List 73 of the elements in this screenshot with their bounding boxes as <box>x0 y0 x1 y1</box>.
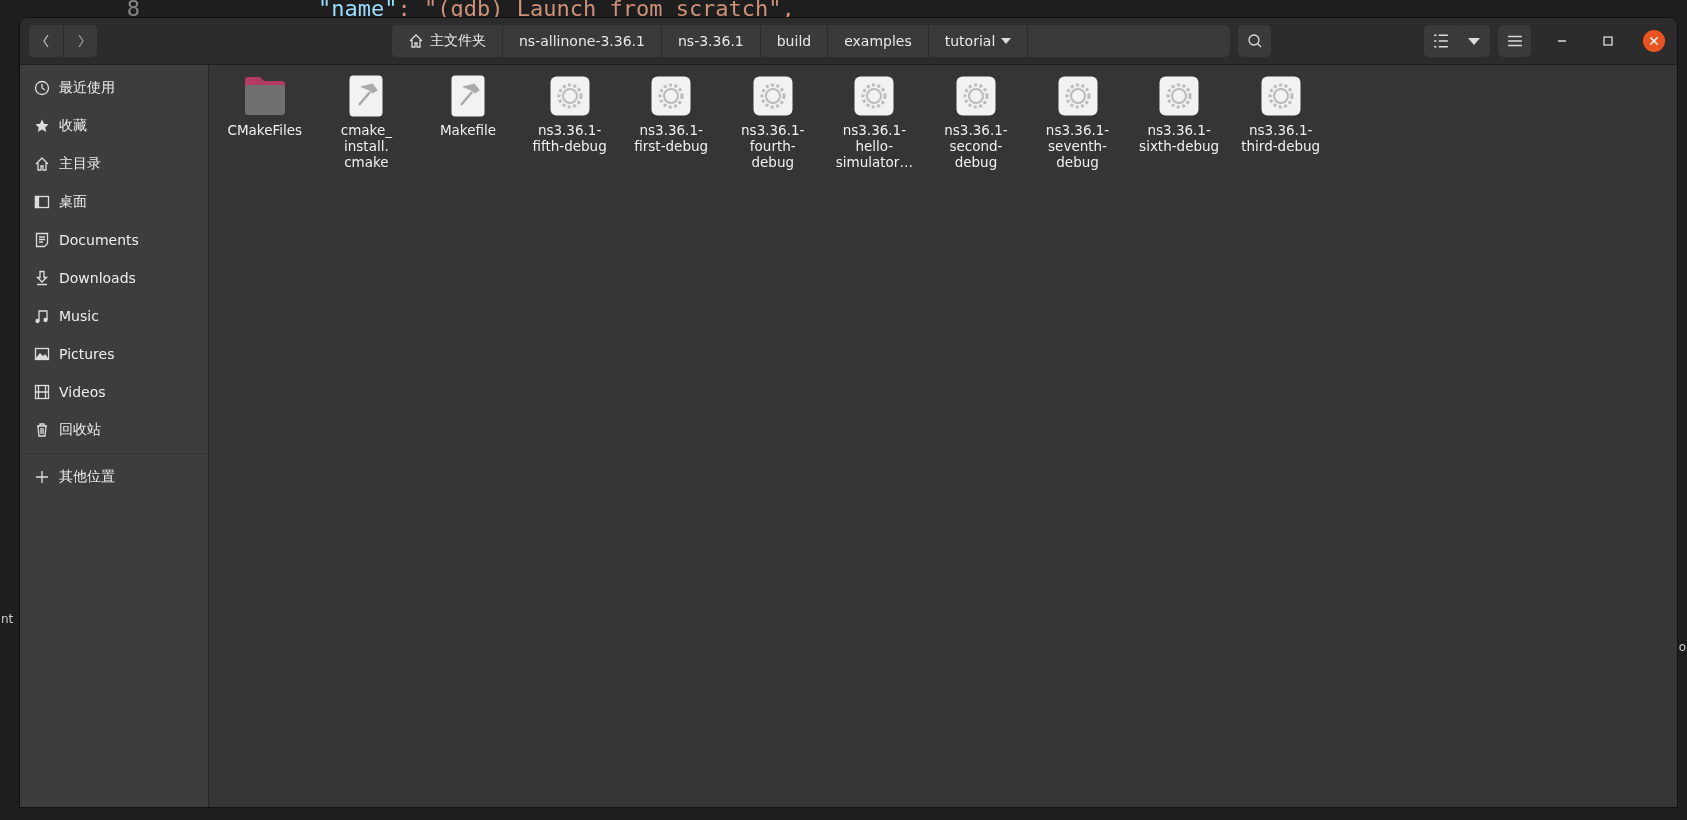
sidebar-item[interactable]: Music <box>20 297 208 335</box>
editor-text: o <box>1678 640 1686 654</box>
file-name[interactable]: CMakeFiles <box>227 122 303 138</box>
sidebar-item[interactable]: Pictures <box>20 335 208 373</box>
sidebar-item[interactable]: 主目录 <box>20 145 208 183</box>
sidebar-label: 桌面 <box>59 193 87 211</box>
sidebar-label: Pictures <box>59 346 115 362</box>
menu-button[interactable] <box>1498 25 1531 57</box>
document-icon <box>34 232 50 248</box>
file-name[interactable]: ns3.36.1- seventh- debug <box>1045 122 1110 170</box>
code-key: "name" <box>318 0 398 18</box>
line-number: 8 <box>125 0 140 18</box>
plus-icon <box>34 469 50 485</box>
file-name[interactable]: ns3.36.1- sixth-debug <box>1139 122 1220 154</box>
search-button[interactable] <box>1238 25 1271 57</box>
close-icon <box>1643 30 1665 52</box>
file-name[interactable]: ns3.36.1- first-debug <box>634 122 709 154</box>
sidebar-item[interactable]: Videos <box>20 373 208 411</box>
gear-file-icon <box>854 76 895 116</box>
list-icon <box>1432 33 1449 49</box>
gear-file-icon <box>549 76 590 116</box>
file-name[interactable]: ns3.36.1- hello- simulator… <box>835 122 913 170</box>
sidebar-label: Documents <box>59 232 139 248</box>
sidebar-item[interactable]: Documents <box>20 221 208 259</box>
file-name[interactable]: ns3.36.1- fourth- debug <box>741 122 805 170</box>
star-icon <box>34 118 50 134</box>
gear-file-icon <box>651 76 692 116</box>
sidebar-item[interactable]: Downloads <box>20 259 208 297</box>
hammer-file-icon <box>451 75 485 117</box>
music-note-icon <box>34 308 50 324</box>
file-name[interactable]: cmake_ install. cmake <box>340 122 392 170</box>
clock-icon <box>34 80 50 96</box>
gear-file-icon <box>955 76 996 116</box>
gear-file-icon <box>1057 76 1098 116</box>
picture-icon <box>34 346 50 362</box>
file-name[interactable]: ns3.36.1- third-debug <box>1241 122 1321 154</box>
sidebar-label: 最近使用 <box>59 79 115 97</box>
download-icon <box>34 270 50 286</box>
caret-icon <box>1467 37 1480 45</box>
sidebar-item[interactable]: 回收站 <box>20 411 208 449</box>
menu-icon <box>1506 33 1523 49</box>
gear-file-icon <box>1159 76 1200 116</box>
sidebar-label: Downloads <box>59 270 136 286</box>
search-icon <box>1246 33 1263 49</box>
sidebar-label: 收藏 <box>59 117 87 135</box>
path-label: tutorial <box>944 33 996 49</box>
desktop-icon <box>34 194 50 210</box>
sidebar-item[interactable]: 其他位置 <box>20 458 208 496</box>
editor-text: nt <box>1 612 14 626</box>
maximize-icon <box>1603 36 1613 46</box>
sidebar-label: 回收站 <box>59 421 101 439</box>
sidebar-item[interactable]: 收藏 <box>20 107 208 145</box>
file-name[interactable]: ns3.36.1- second- debug <box>944 122 1008 170</box>
folder-icon <box>242 76 287 116</box>
hammer-file-icon <box>349 75 384 117</box>
sidebar-label: 主目录 <box>59 155 101 173</box>
path-label: 主文件夹 <box>430 32 486 50</box>
film-icon <box>34 384 50 400</box>
minimize-icon <box>1557 40 1567 42</box>
caret-icon <box>1001 38 1012 44</box>
file-name[interactable]: ns3.36.1- fifth-debug <box>532 122 607 154</box>
home-icon <box>34 156 50 172</box>
trash-icon <box>34 422 50 438</box>
gear-file-icon <box>1260 76 1301 116</box>
sidebar-label: 其他位置 <box>59 468 115 486</box>
sidebar-item[interactable]: 最近使用 <box>20 69 208 107</box>
sidebar-label: Videos <box>59 384 106 400</box>
sidebar-label: Music <box>59 308 99 324</box>
gear-file-icon <box>752 76 793 116</box>
home-icon <box>408 33 424 49</box>
chevron-left-icon <box>41 33 51 49</box>
file-name[interactable]: Makefile <box>439 122 497 138</box>
sidebar-item[interactable]: 桌面 <box>20 183 208 221</box>
